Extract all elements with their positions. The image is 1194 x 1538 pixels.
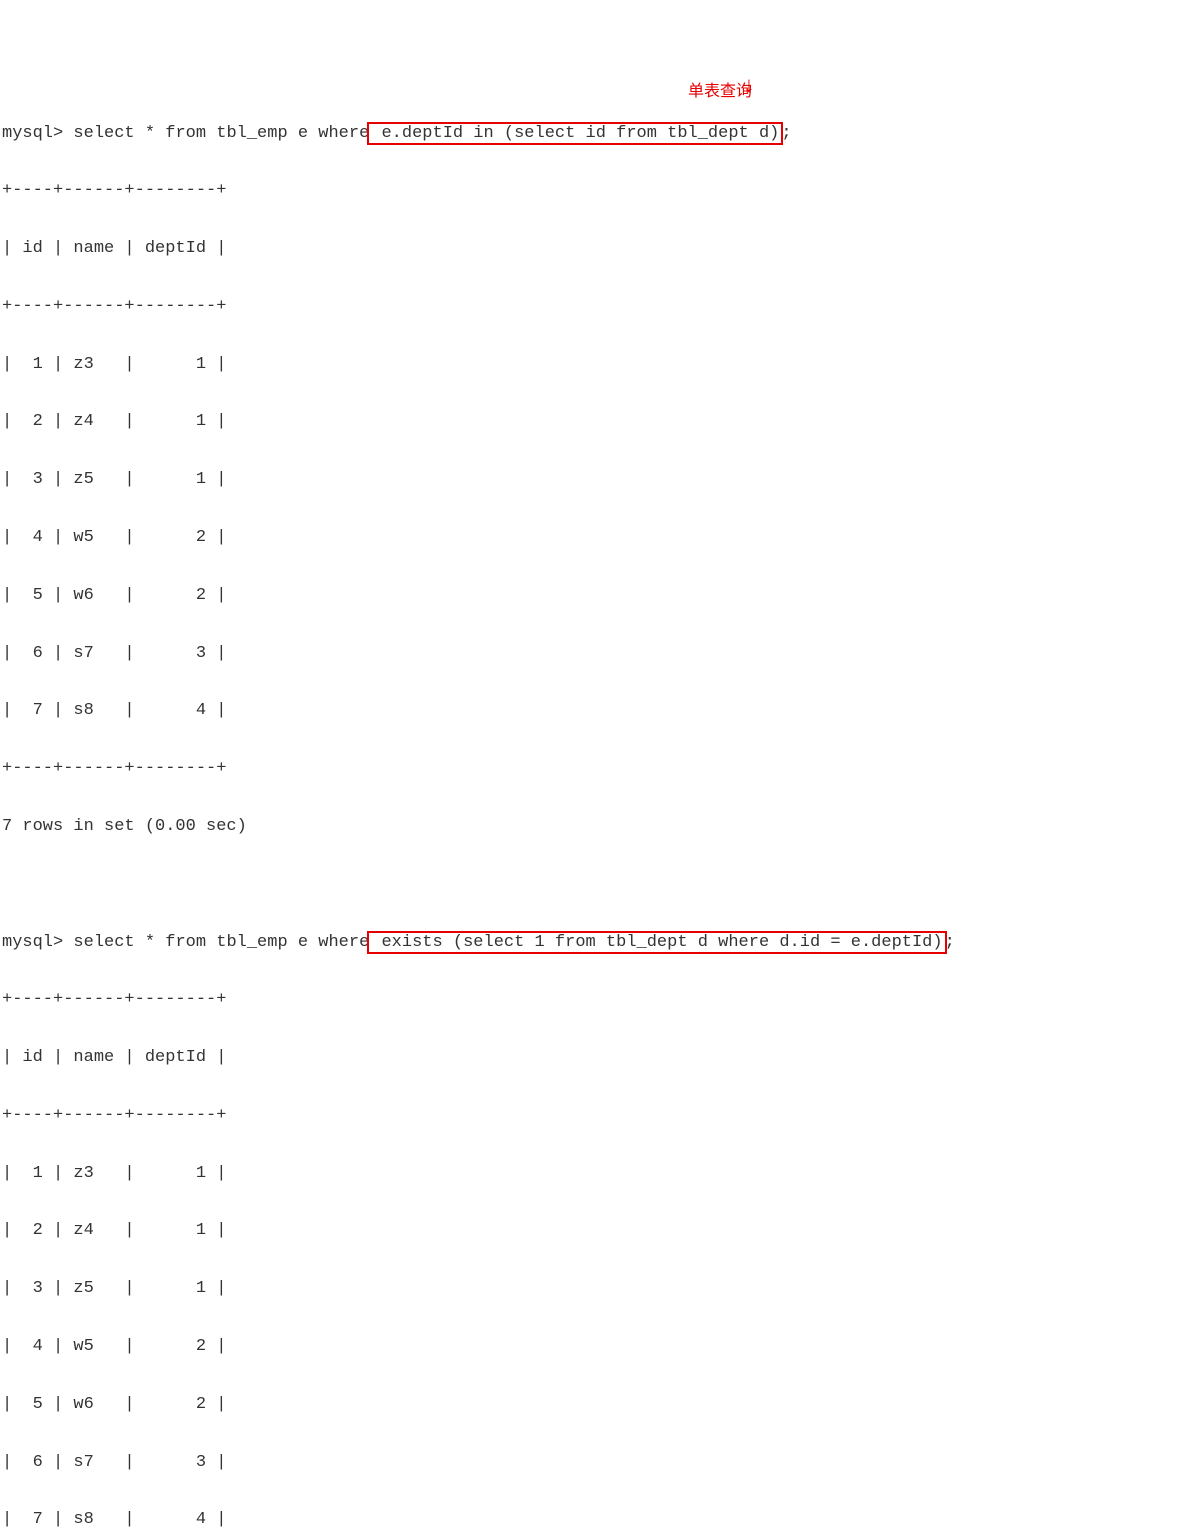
- table2-header: | id | name | deptId |: [2, 1044, 1194, 1073]
- table1-row: | 4 | w5 | 2 |: [2, 524, 1194, 553]
- table1-border-top: +----+------+--------+: [2, 177, 1194, 206]
- table2-row: | 3 | z5 | 1 |: [2, 1275, 1194, 1304]
- blank-line: [2, 871, 1194, 900]
- table2-border-top: +----+------+--------+: [2, 986, 1194, 1015]
- annotation-label: 单表查询: [688, 78, 752, 105]
- query1-highlight-box: e.deptId in (select id from tbl_dept d): [369, 124, 781, 143]
- table1-row: | 6 | s7 | 3 |: [2, 640, 1194, 669]
- table1-row: | 7 | s8 | 4 |: [2, 697, 1194, 726]
- query2-highlight-box: exists (select 1 from tbl_dept d where d…: [369, 933, 944, 952]
- table1-row: | 1 | z3 | 1 |: [2, 351, 1194, 380]
- table1-row: | 5 | w6 | 2 |: [2, 582, 1194, 611]
- table2-row: | 5 | w6 | 2 |: [2, 1391, 1194, 1420]
- table1-header: | id | name | deptId |: [2, 235, 1194, 264]
- query1-line: mysql> select * from tbl_emp e where e.d…: [2, 120, 1194, 149]
- table2-row: | 4 | w5 | 2 |: [2, 1333, 1194, 1362]
- table1-row: | 2 | z4 | 1 |: [2, 408, 1194, 437]
- table1-border-mid: +----+------+--------+: [2, 293, 1194, 322]
- mysql-prompt: mysql>: [2, 933, 73, 952]
- table1-row: | 3 | z5 | 1 |: [2, 466, 1194, 495]
- table2-row: | 6 | s7 | 3 |: [2, 1449, 1194, 1478]
- query2-line: mysql> select * from tbl_emp e where exi…: [2, 929, 1194, 958]
- table2-row: | 2 | z4 | 1 |: [2, 1217, 1194, 1246]
- query1-sql-pre: select * from tbl_emp e where: [73, 124, 369, 143]
- table2-row: | 1 | z3 | 1 |: [2, 1160, 1194, 1189]
- table2-border-mid: +----+------+--------+: [2, 1102, 1194, 1131]
- query2-sql-pre: select * from tbl_emp e where: [73, 933, 369, 952]
- table1-border-bot: +----+------+--------+: [2, 755, 1194, 784]
- table1-footer: 7 rows in set (0.00 sec): [2, 813, 1194, 842]
- mysql-prompt: mysql>: [2, 124, 73, 143]
- query2-sql-post: ;: [945, 933, 955, 952]
- table2-row: | 7 | s8 | 4 |: [2, 1506, 1194, 1535]
- query1-sql-post: ;: [781, 124, 791, 143]
